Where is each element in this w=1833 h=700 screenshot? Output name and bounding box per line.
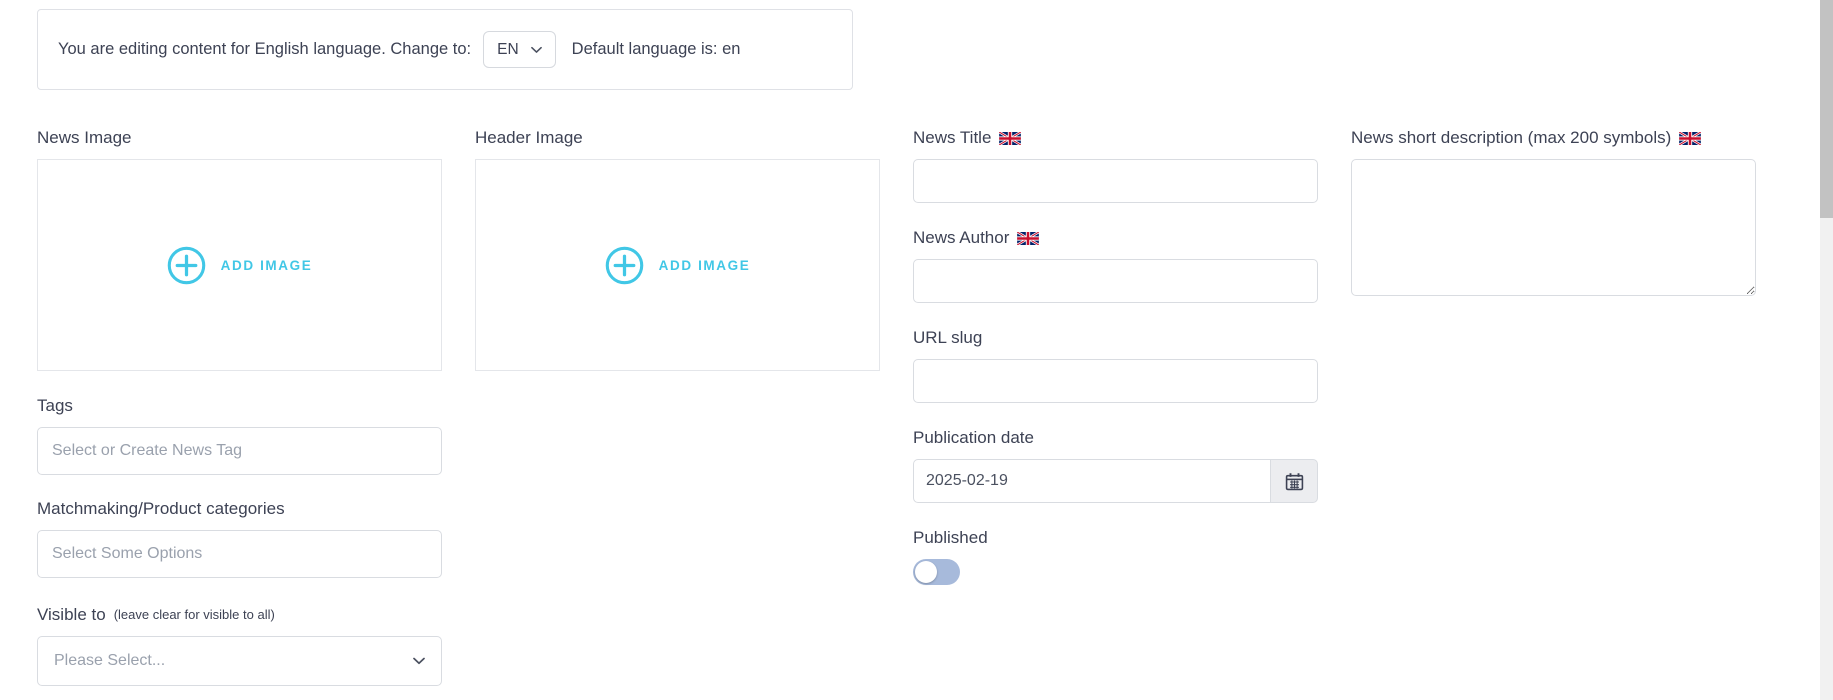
default-language-note: Default language is: en [572,40,741,59]
publication-date-field: Publication date [913,428,1318,503]
column-description: News short description (max 200 symbols) [1351,128,1756,700]
news-image-field: News Image ADD IMAGE [37,128,442,371]
published-label: Published [913,528,1318,548]
chevron-down-icon [531,46,542,54]
visible-to-label: Visible to (leave clear for visible to a… [37,605,442,625]
scrollbar-thumb[interactable] [1820,0,1833,218]
url-slug-input[interactable] [913,359,1318,403]
tags-input[interactable] [37,427,442,475]
publication-date-group [913,459,1318,503]
add-image-label: ADD IMAGE [221,258,313,273]
calendar-button[interactable] [1270,459,1318,503]
short-description-label-text: News short description (max 200 symbols) [1351,128,1671,148]
short-description-textarea[interactable] [1351,159,1756,296]
publication-date-label: Publication date [913,428,1318,448]
column-news-meta: News Title News Author [913,128,1318,700]
url-slug-field: URL slug [913,328,1318,403]
news-title-label-text: News Title [913,128,991,148]
news-title-field: News Title [913,128,1318,203]
visible-to-selected-value: Please Select... [54,652,165,670]
language-select[interactable]: EN [483,31,556,68]
tags-field: Tags [37,396,442,475]
visible-to-label-text: Visible to [37,605,106,625]
uk-flag-icon [1017,232,1039,245]
header-image-dropzone[interactable]: ADD IMAGE [475,159,880,371]
column-news-image: News Image ADD IMAGE Tags Matchmaking/Pr… [37,128,442,700]
news-title-label: News Title [913,128,1318,148]
publication-date-input[interactable] [913,459,1271,503]
column-header-image: Header Image ADD IMAGE [475,128,880,700]
language-banner: You are editing content for English lang… [37,9,853,90]
calendar-icon [1285,472,1304,491]
visible-to-select[interactable]: Please Select... [37,636,442,686]
categories-field: Matchmaking/Product categories [37,499,442,578]
news-image-dropzone[interactable]: ADD IMAGE [37,159,442,371]
form-columns: News Image ADD IMAGE Tags Matchmaking/Pr… [37,128,1756,700]
published-field: Published [913,528,1318,585]
short-description-label: News short description (max 200 symbols) [1351,128,1756,148]
add-image-label: ADD IMAGE [659,258,751,273]
news-author-label: News Author [913,228,1318,248]
news-author-label-text: News Author [913,228,1009,248]
vertical-scrollbar [1820,0,1833,700]
chevron-down-icon [413,657,425,665]
short-description-field: News short description (max 200 symbols) [1351,128,1756,301]
news-title-input[interactable] [913,159,1318,203]
uk-flag-icon [1679,132,1701,145]
categories-label: Matchmaking/Product categories [37,499,442,519]
header-image-field: Header Image ADD IMAGE [475,128,880,371]
toggle-knob [915,561,937,583]
news-image-label: News Image [37,128,442,148]
visible-to-field: Visible to (leave clear for visible to a… [37,605,442,686]
url-slug-label: URL slug [913,328,1318,348]
language-banner-message: You are editing content for English lang… [58,40,471,59]
news-author-input[interactable] [913,259,1318,303]
news-author-field: News Author [913,228,1318,303]
visible-to-hint: (leave clear for visible to all) [114,605,275,625]
published-toggle[interactable] [913,559,960,585]
header-image-label: Header Image [475,128,880,148]
categories-input[interactable] [37,530,442,578]
tags-label: Tags [37,396,442,416]
plus-circle-icon [605,246,644,285]
uk-flag-icon [999,132,1021,145]
language-select-value: EN [497,41,519,59]
plus-circle-icon [167,246,206,285]
